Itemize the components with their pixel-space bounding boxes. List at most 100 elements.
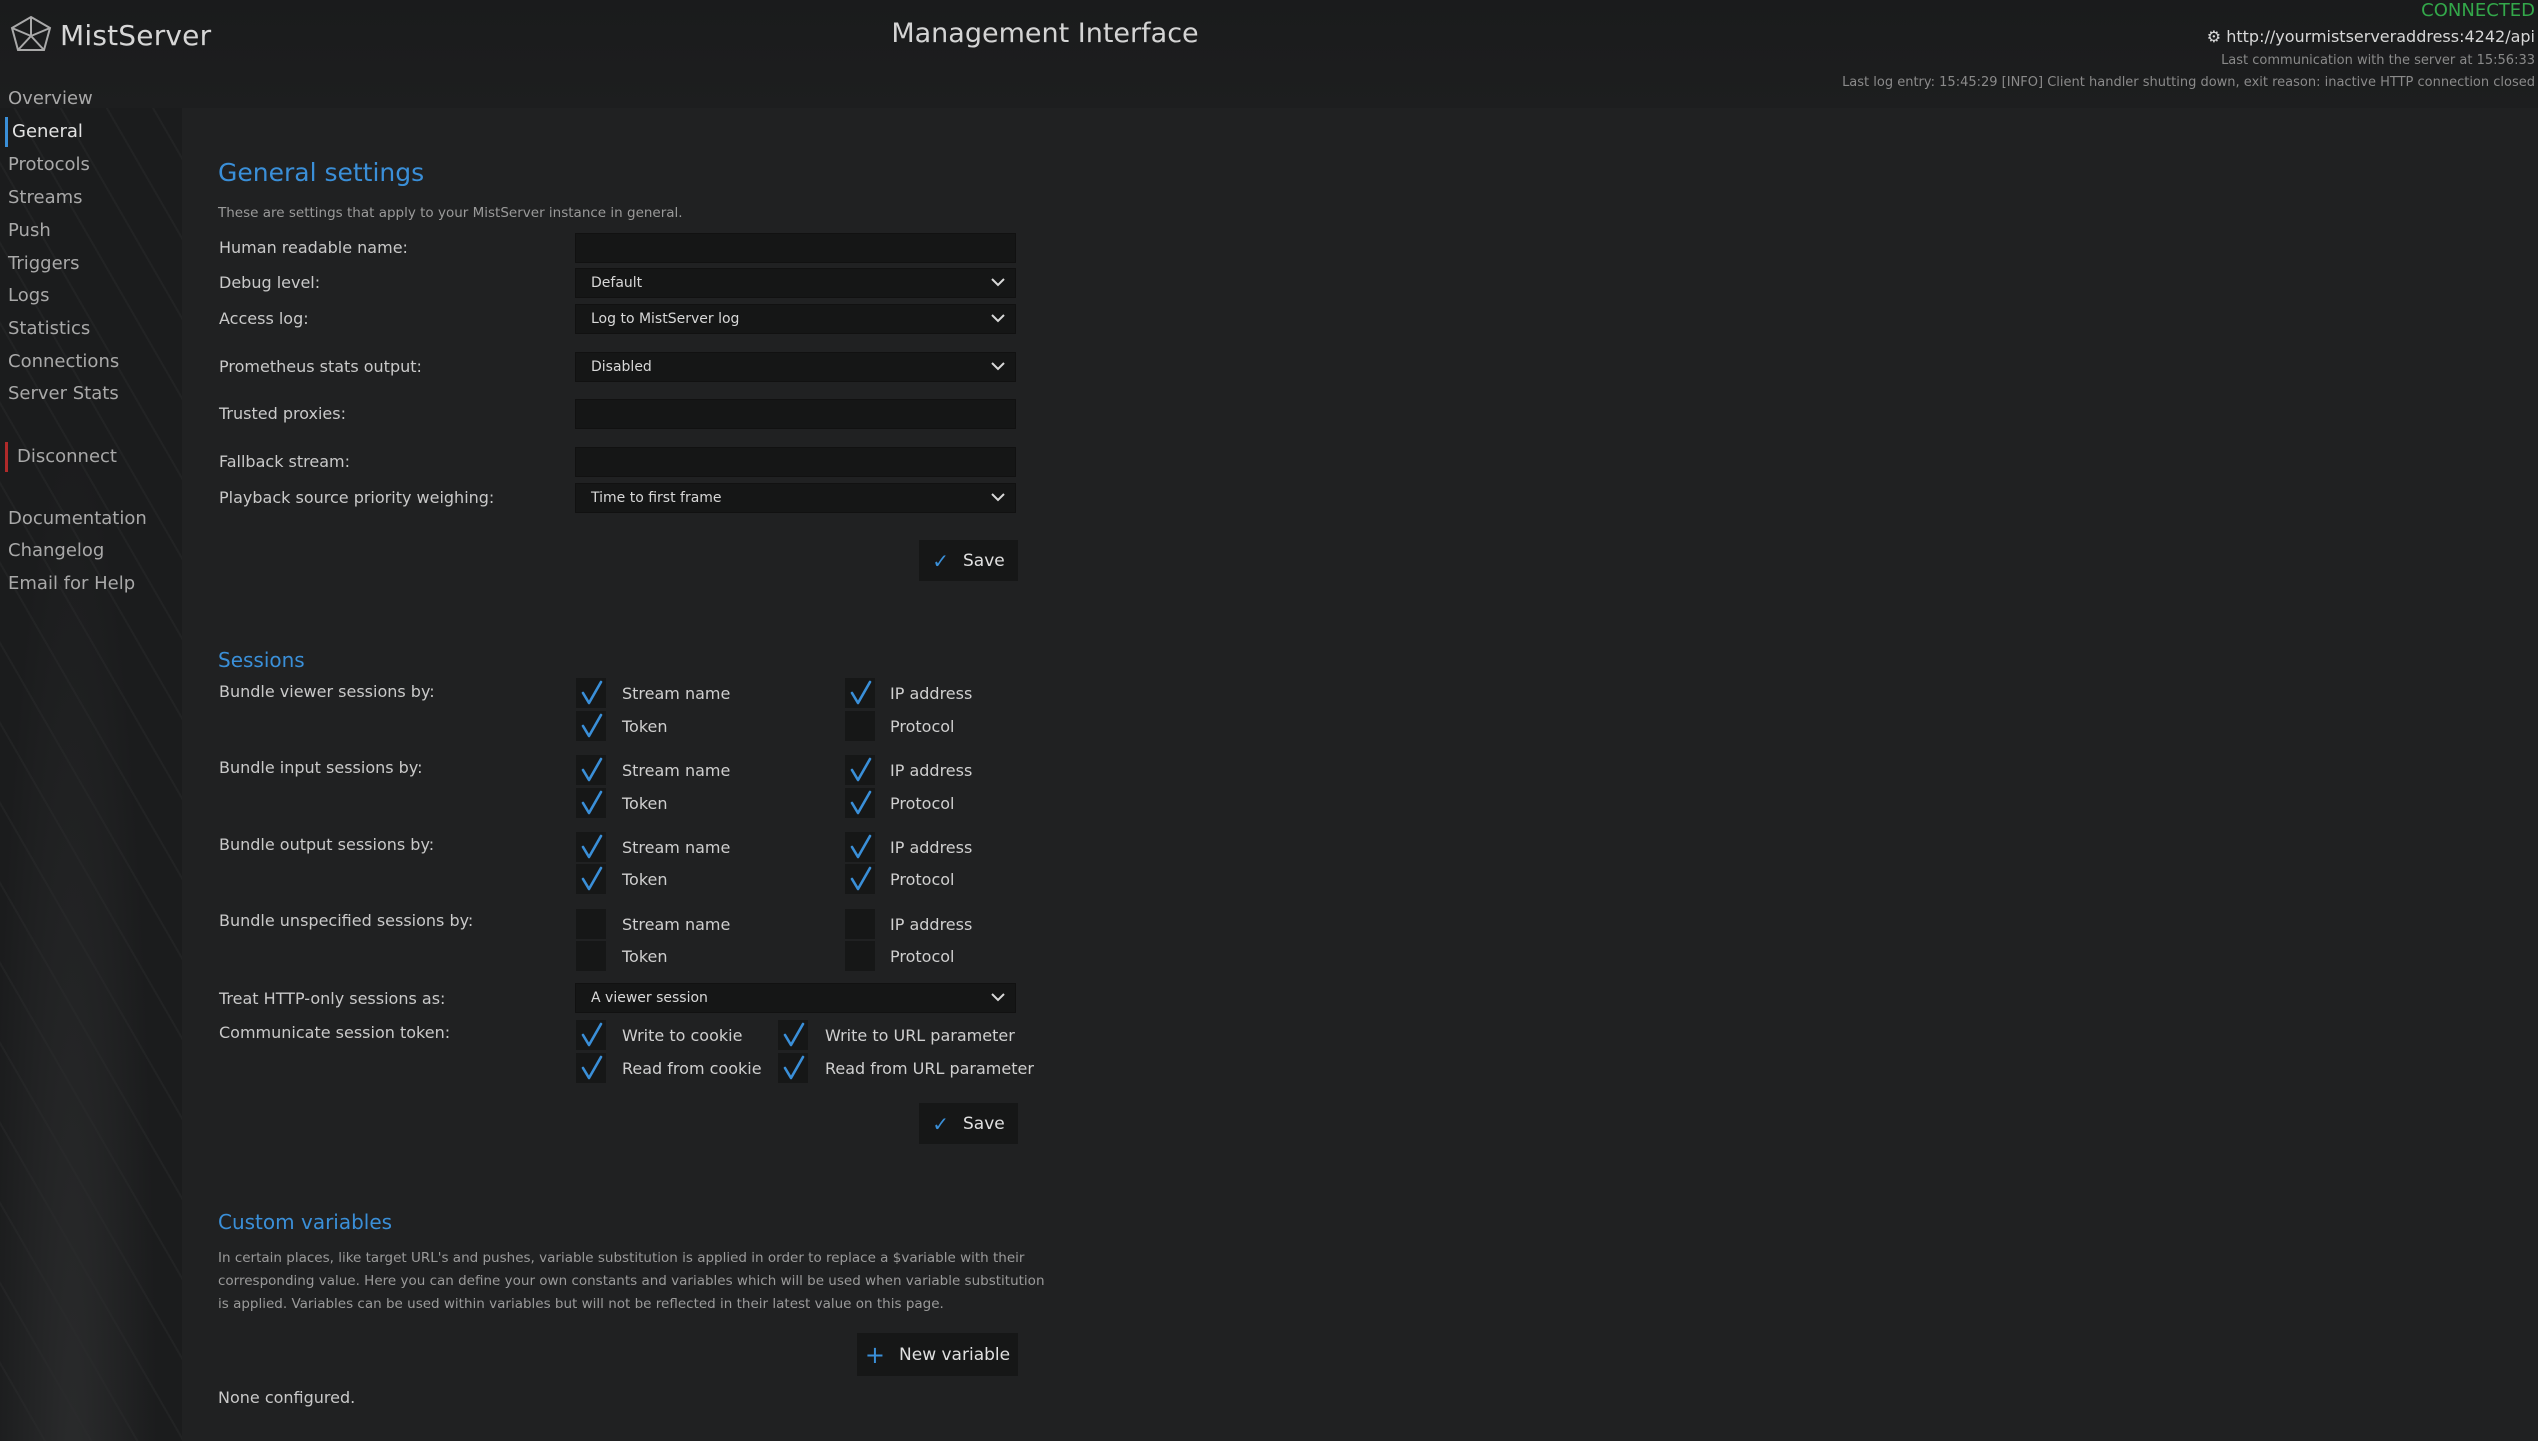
- unspecified-token-label: Token: [622, 947, 668, 966]
- read-cookie-checkbox[interactable]: [576, 1053, 606, 1083]
- server-address: ⚙ http://yourmistserveraddress:4242/api: [2206, 27, 2535, 46]
- viewer-stream-checkbox[interactable]: [576, 678, 606, 708]
- debug-level-select[interactable]: Default: [575, 268, 1016, 298]
- check-icon: [580, 790, 604, 816]
- save-general-button[interactable]: ✓ Save: [919, 540, 1018, 581]
- chevron-down-icon: [991, 490, 1005, 504]
- connected-badge: CONNECTED: [2421, 0, 2535, 21]
- check-icon: [580, 757, 604, 783]
- main-panel: [182, 108, 2538, 1441]
- save-label: Save: [963, 550, 1005, 571]
- viewer-protocol-checkbox[interactable]: [845, 711, 875, 741]
- sidebar-item-statistics[interactable]: Statistics: [8, 314, 90, 344]
- http-only-select[interactable]: A viewer session: [575, 983, 1016, 1013]
- output-protocol-checkbox[interactable]: [845, 864, 875, 894]
- input-token-label: Token: [622, 794, 668, 813]
- sidebar-item-email[interactable]: Email for Help: [8, 569, 135, 599]
- connection-status: CONNECTED ⚙ http://yourmistserveraddress…: [1842, 0, 2535, 90]
- custom-variables-description: In certain places, like target URL's and…: [218, 1247, 1045, 1316]
- viewer-token-checkbox[interactable]: [576, 711, 606, 741]
- save-label: Save: [963, 1113, 1005, 1134]
- access-log-label: Access log:: [219, 309, 309, 328]
- chevron-down-icon: [991, 311, 1005, 325]
- description-line: is applied. Variables can be used within…: [218, 1296, 944, 1312]
- input-token-checkbox[interactable]: [576, 788, 606, 818]
- input-protocol-checkbox[interactable]: [845, 788, 875, 818]
- unspecified-token-checkbox[interactable]: [576, 941, 606, 971]
- bundle-output-label: Bundle output sessions by:: [219, 835, 435, 854]
- sessions-title: Sessions: [218, 648, 305, 672]
- sidebar-item-streams[interactable]: Streams: [8, 183, 83, 213]
- bundle-input-label: Bundle input sessions by:: [219, 758, 423, 777]
- input-ip-checkbox[interactable]: [845, 755, 875, 785]
- page-title: Management Interface: [891, 18, 1199, 49]
- access-log-select[interactable]: Log to MistServer log: [575, 304, 1016, 334]
- check-icon: [580, 713, 604, 739]
- viewer-ip-checkbox[interactable]: [845, 678, 875, 708]
- human-name-label: Human readable name:: [219, 238, 408, 257]
- sidebar-item-triggers[interactable]: Triggers: [8, 249, 79, 279]
- output-protocol-label: Protocol: [890, 870, 955, 889]
- check-icon: [580, 866, 604, 892]
- playback-priority-select[interactable]: Time to first frame: [575, 483, 1016, 513]
- general-settings-description: These are settings that apply to your Mi…: [218, 205, 683, 221]
- chevron-down-icon: [991, 990, 1005, 1004]
- output-token-checkbox[interactable]: [576, 864, 606, 894]
- check-icon: [782, 1055, 806, 1081]
- fallback-stream-label: Fallback stream:: [219, 452, 350, 471]
- playback-priority-value: Time to first frame: [591, 490, 722, 506]
- viewer-stream-label: Stream name: [622, 684, 731, 703]
- output-stream-checkbox[interactable]: [576, 832, 606, 862]
- session-token-label: Communicate session token:: [219, 1023, 451, 1042]
- read-cookie-label: Read from cookie: [622, 1059, 762, 1078]
- sidebar-item-server-stats[interactable]: Server Stats: [8, 379, 119, 409]
- input-stream-checkbox[interactable]: [576, 755, 606, 785]
- check-icon: [849, 834, 873, 860]
- output-ip-checkbox[interactable]: [845, 832, 875, 862]
- sidebar-item-disconnect[interactable]: Disconnect: [5, 442, 117, 472]
- sidebar-item-overview[interactable]: Overview: [8, 84, 93, 114]
- last-communication: Last communication with the server at 15…: [2221, 53, 2535, 68]
- input-protocol-label: Protocol: [890, 794, 955, 813]
- description-line: corresponding value. Here you can define…: [218, 1273, 1045, 1289]
- check-icon: [849, 866, 873, 892]
- unspecified-ip-label: IP address: [890, 915, 973, 934]
- check-icon: ✓: [932, 548, 950, 573]
- unspecified-stream-checkbox[interactable]: [576, 909, 606, 939]
- read-url-checkbox[interactable]: [778, 1053, 808, 1083]
- trusted-proxies-input[interactable]: [575, 399, 1016, 429]
- input-stream-label: Stream name: [622, 761, 731, 780]
- check-icon: [580, 680, 604, 706]
- sidebar-item-push[interactable]: Push: [8, 216, 51, 246]
- write-url-checkbox[interactable]: [778, 1020, 808, 1050]
- prometheus-select[interactable]: Disabled: [575, 352, 1016, 382]
- check-icon: [580, 1022, 604, 1048]
- write-url-label: Write to URL parameter: [825, 1026, 1015, 1045]
- sidebar-item-changelog[interactable]: Changelog: [8, 536, 104, 566]
- access-log-value: Log to MistServer log: [591, 311, 740, 327]
- human-name-input[interactable]: [575, 233, 1016, 263]
- last-log-entry: Last log entry: 15:45:29 [INFO] Client h…: [1842, 75, 2535, 90]
- sidebar-item-protocols[interactable]: Protocols: [8, 150, 90, 180]
- sidebar-item-documentation[interactable]: Documentation: [8, 504, 147, 534]
- playback-priority-label: Playback source priority weighing:: [219, 488, 495, 507]
- sidebar-item-connections[interactable]: Connections: [8, 347, 119, 377]
- sidebar-item-logs[interactable]: Logs: [8, 281, 50, 311]
- fallback-stream-input[interactable]: [575, 447, 1016, 477]
- check-icon: ✓: [932, 1111, 950, 1136]
- check-icon: [849, 790, 873, 816]
- unspecified-ip-checkbox[interactable]: [845, 909, 875, 939]
- http-only-value: A viewer session: [591, 990, 708, 1006]
- none-configured-text: None configured.: [218, 1388, 356, 1407]
- new-variable-button[interactable]: + New variable: [857, 1333, 1018, 1376]
- http-only-label: Treat HTTP-only sessions as:: [219, 989, 446, 1008]
- unspecified-stream-label: Stream name: [622, 915, 731, 934]
- write-cookie-checkbox[interactable]: [576, 1020, 606, 1050]
- viewer-protocol-label: Protocol: [890, 717, 955, 736]
- unspecified-protocol-checkbox[interactable]: [845, 941, 875, 971]
- output-ip-label: IP address: [890, 838, 973, 857]
- custom-variables-title: Custom variables: [218, 1210, 393, 1234]
- output-token-label: Token: [622, 870, 668, 889]
- save-sessions-button[interactable]: ✓ Save: [919, 1103, 1018, 1144]
- sidebar-item-general[interactable]: General: [5, 117, 83, 147]
